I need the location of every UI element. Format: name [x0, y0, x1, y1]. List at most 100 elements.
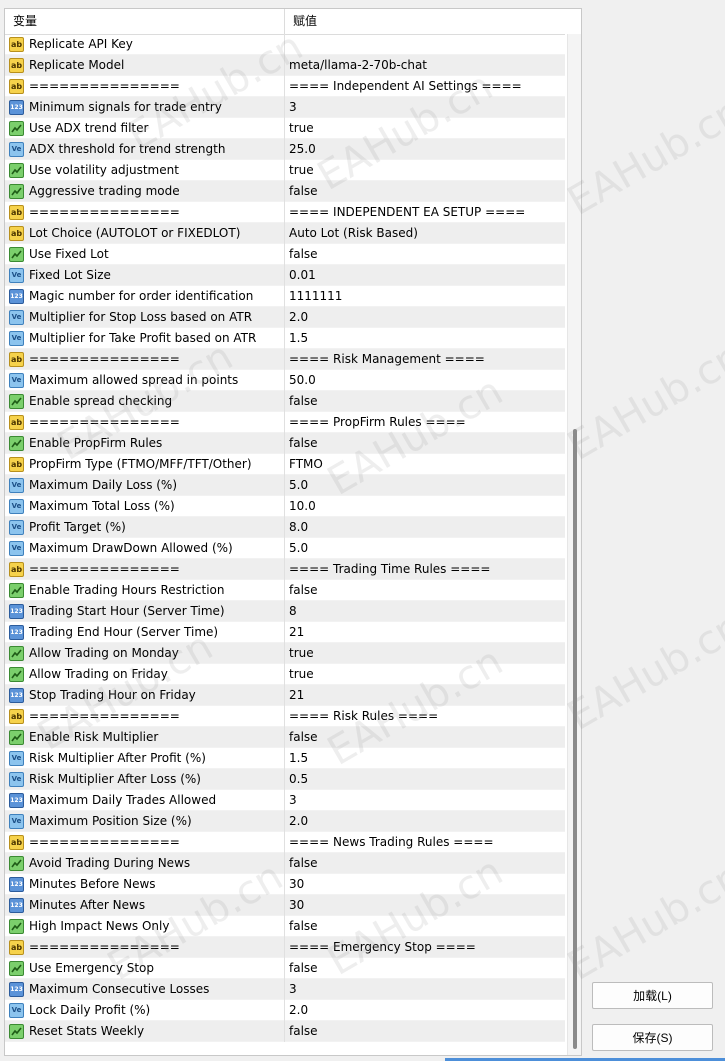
parameter-value[interactable]: ==== Trading Time Rules ====: [285, 559, 565, 580]
parameter-name-cell[interactable]: Use Fixed Lot: [5, 244, 285, 265]
parameter-row[interactable]: Use Emergency Stop false: [5, 958, 565, 979]
parameter-row[interactable]: ab =============== ==== INDEPENDENT EA SET…: [5, 202, 565, 223]
parameter-row[interactable]: Enable Trading Hours Restriction false: [5, 580, 565, 601]
parameter-name-cell[interactable]: Use volatility adjustment: [5, 160, 285, 181]
parameter-name-cell[interactable]: Ve Maximum Total Loss (%): [5, 496, 285, 517]
parameter-value[interactable]: 1.5: [285, 748, 565, 769]
parameter-value[interactable]: true: [285, 160, 565, 181]
parameter-value[interactable]: 8.0: [285, 517, 565, 538]
parameter-name-cell[interactable]: 123 Stop Trading Hour on Friday: [5, 685, 285, 706]
parameter-row[interactable]: Ve Lock Daily Profit (%) 2.0: [5, 1000, 565, 1021]
parameter-value[interactable]: false: [285, 958, 565, 979]
parameter-row[interactable]: Allow Trading on Monday true: [5, 643, 565, 664]
parameter-value[interactable]: 1.5: [285, 328, 565, 349]
load-button[interactable]: 加载(L): [592, 982, 713, 1009]
header-value[interactable]: 赋值: [285, 9, 565, 34]
parameter-row[interactable]: Use ADX trend filter true: [5, 118, 565, 139]
parameter-name-cell[interactable]: Enable spread checking: [5, 391, 285, 412]
parameter-row[interactable]: 123 Trading End Hour (Server Time) 21: [5, 622, 565, 643]
parameter-value[interactable]: false: [285, 580, 565, 601]
parameter-row[interactable]: Ve Profit Target (%) 8.0: [5, 517, 565, 538]
parameter-row[interactable]: Ve Maximum Daily Loss (%) 5.0: [5, 475, 565, 496]
parameter-row[interactable]: ab Replicate API Key: [5, 34, 565, 55]
parameter-value[interactable]: ==== News Trading Rules ====: [285, 832, 565, 853]
parameter-value[interactable]: 5.0: [285, 538, 565, 559]
parameter-value[interactable]: [285, 34, 565, 55]
parameter-name-cell[interactable]: Ve Maximum Position Size (%): [5, 811, 285, 832]
scrollbar-thumb[interactable]: [573, 429, 577, 1049]
parameter-value[interactable]: false: [285, 916, 565, 937]
parameter-row[interactable]: Enable PropFirm Rules false: [5, 433, 565, 454]
parameter-name-cell[interactable]: Ve Maximum allowed spread in points: [5, 370, 285, 391]
parameter-name-cell[interactable]: Use Emergency Stop: [5, 958, 285, 979]
parameter-value[interactable]: ==== Independent AI Settings ====: [285, 76, 565, 97]
parameter-name-cell[interactable]: Aggressive trading mode: [5, 181, 285, 202]
parameter-name-cell[interactable]: ab ===============: [5, 412, 285, 433]
parameter-value[interactable]: 10.0: [285, 496, 565, 517]
parameter-name-cell[interactable]: ab PropFirm Type (FTMO/MFF/TFT/Other): [5, 454, 285, 475]
parameter-row[interactable]: Use volatility adjustment true: [5, 160, 565, 181]
parameter-name-cell[interactable]: Ve Maximum DrawDown Allowed (%): [5, 538, 285, 559]
parameter-value[interactable]: false: [285, 244, 565, 265]
parameter-name-cell[interactable]: 123 Minutes After News: [5, 895, 285, 916]
parameter-name-cell[interactable]: High Impact News Only: [5, 916, 285, 937]
parameter-row[interactable]: Reset Stats Weekly false: [5, 1021, 565, 1042]
parameter-row[interactable]: Avoid Trading During News false: [5, 853, 565, 874]
parameter-value[interactable]: 0.5: [285, 769, 565, 790]
parameter-name-cell[interactable]: Ve Multiplier for Stop Loss based on ATR: [5, 307, 285, 328]
parameter-name-cell[interactable]: Ve Risk Multiplier After Loss (%): [5, 769, 285, 790]
parameter-name-cell[interactable]: Reset Stats Weekly: [5, 1021, 285, 1042]
parameter-name-cell[interactable]: Avoid Trading During News: [5, 853, 285, 874]
parameter-row[interactable]: Ve ADX threshold for trend strength 25.0: [5, 139, 565, 160]
parameter-value[interactable]: true: [285, 118, 565, 139]
parameter-value[interactable]: 0.01: [285, 265, 565, 286]
parameter-value[interactable]: false: [285, 181, 565, 202]
parameter-value[interactable]: 21: [285, 622, 565, 643]
parameter-value[interactable]: false: [285, 1021, 565, 1042]
parameter-row[interactable]: ab =============== ==== Trading Time Rules…: [5, 559, 565, 580]
parameter-row[interactable]: 123 Minutes Before News 30: [5, 874, 565, 895]
parameter-row[interactable]: Ve Maximum Position Size (%) 2.0: [5, 811, 565, 832]
parameter-value[interactable]: 8: [285, 601, 565, 622]
parameter-value[interactable]: meta/llama-2-70b-chat: [285, 55, 565, 76]
vertical-scrollbar[interactable]: [567, 34, 581, 1055]
parameter-row[interactable]: ab =============== ==== Emergency Stop ===…: [5, 937, 565, 958]
parameter-name-cell[interactable]: Ve Risk Multiplier After Profit (%): [5, 748, 285, 769]
parameter-row[interactable]: Ve Maximum DrawDown Allowed (%) 5.0: [5, 538, 565, 559]
parameter-row[interactable]: Ve Multiplier for Take Profit based on AT…: [5, 328, 565, 349]
parameter-name-cell[interactable]: ab Lot Choice (AUTOLOT or FIXEDLOT): [5, 223, 285, 244]
parameter-row[interactable]: ab =============== ==== Independent AI Set…: [5, 76, 565, 97]
parameter-name-cell[interactable]: ab Replicate API Key: [5, 34, 285, 55]
parameter-name-cell[interactable]: Enable Risk Multiplier: [5, 727, 285, 748]
parameter-row[interactable]: ab =============== ==== News Trading Rules…: [5, 832, 565, 853]
parameter-row[interactable]: ab Replicate Model meta/llama-2-70b-chat: [5, 55, 565, 76]
parameter-row[interactable]: ab =============== ==== Risk Management ==…: [5, 349, 565, 370]
parameter-value[interactable]: true: [285, 664, 565, 685]
parameter-value[interactable]: Auto Lot (Risk Based): [285, 223, 565, 244]
parameter-value[interactable]: ==== Risk Rules ====: [285, 706, 565, 727]
parameter-row[interactable]: Enable Risk Multiplier false: [5, 727, 565, 748]
parameter-row[interactable]: Ve Fixed Lot Size 0.01: [5, 265, 565, 286]
parameter-value[interactable]: 30: [285, 874, 565, 895]
parameter-value[interactable]: ==== PropFirm Rules ====: [285, 412, 565, 433]
parameter-name-cell[interactable]: Ve Lock Daily Profit (%): [5, 1000, 285, 1021]
parameter-name-cell[interactable]: Ve Multiplier for Take Profit based on AT…: [5, 328, 285, 349]
parameter-name-cell[interactable]: ab ===============: [5, 202, 285, 223]
parameter-value[interactable]: false: [285, 853, 565, 874]
parameter-row[interactable]: ab PropFirm Type (FTMO/MFF/TFT/Other) FTMO: [5, 454, 565, 475]
parameter-value[interactable]: 50.0: [285, 370, 565, 391]
parameter-name-cell[interactable]: 123 Minutes Before News: [5, 874, 285, 895]
parameter-value[interactable]: false: [285, 727, 565, 748]
parameter-name-cell[interactable]: Enable Trading Hours Restriction: [5, 580, 285, 601]
parameter-value[interactable]: 5.0: [285, 475, 565, 496]
parameter-value[interactable]: 3: [285, 790, 565, 811]
parameter-value[interactable]: 2.0: [285, 811, 565, 832]
parameter-value[interactable]: 3: [285, 979, 565, 1000]
parameter-name-cell[interactable]: Ve Profit Target (%): [5, 517, 285, 538]
parameter-name-cell[interactable]: Ve Fixed Lot Size: [5, 265, 285, 286]
parameter-name-cell[interactable]: ab Replicate Model: [5, 55, 285, 76]
save-button[interactable]: 保存(S): [592, 1024, 713, 1051]
parameter-row[interactable]: 123 Maximum Consecutive Losses 3: [5, 979, 565, 1000]
parameter-row[interactable]: 123 Maximum Daily Trades Allowed 3: [5, 790, 565, 811]
parameter-name-cell[interactable]: Use ADX trend filter: [5, 118, 285, 139]
